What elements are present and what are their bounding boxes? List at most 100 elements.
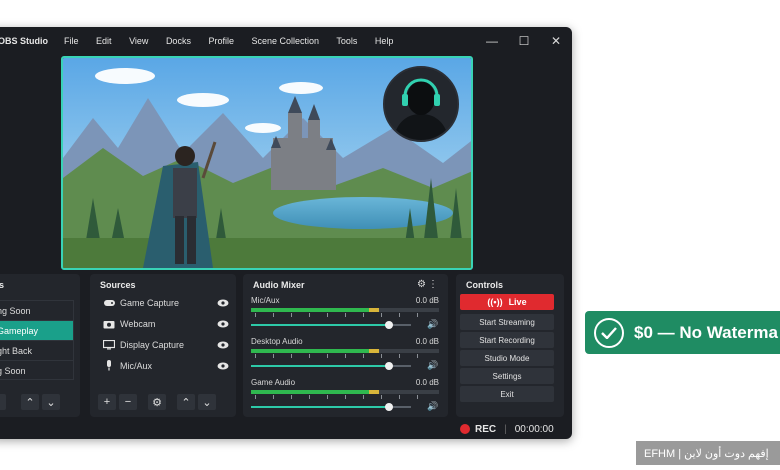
settings-button[interactable]: Settings [460, 368, 554, 384]
meter-tick [309, 395, 310, 399]
exit-button[interactable]: Exit [460, 386, 554, 402]
eye-icon[interactable] [216, 320, 230, 328]
meter-ticks [251, 313, 439, 319]
close-button[interactable]: ✕ [550, 34, 562, 48]
menu-scene-collection[interactable]: Scene Collection [252, 36, 320, 46]
live-button[interactable]: ((•)) Live [460, 294, 554, 310]
studio-mode-button[interactable]: Studio Mode [460, 350, 554, 366]
mixer-title: Audio Mixer [253, 280, 305, 290]
check-circle-icon [594, 317, 624, 348]
badge-text: $0 — No Waterma [634, 322, 778, 342]
meter-tick [327, 313, 328, 317]
monitor-icon [98, 339, 120, 350]
meter-tick [327, 354, 328, 358]
live-label: Live [508, 297, 527, 307]
meter-tick [417, 313, 418, 317]
menu-help[interactable]: Help [375, 36, 394, 46]
meter-tick [273, 313, 274, 317]
volume-meter [251, 349, 439, 353]
menu-file[interactable]: File [64, 36, 79, 46]
move-up-button[interactable]: ⌃ [21, 394, 39, 410]
camera-icon [98, 319, 120, 329]
source-list: Game Capture Webcam Display Capture Mic/… [98, 292, 230, 376]
source-buttons: + − ⚙ ⌃ ⌄ [98, 394, 216, 410]
remove-scene-button[interactable]: − [0, 394, 6, 410]
source-label: Game Capture [120, 297, 180, 308]
meter-ticks [251, 395, 439, 401]
volume-meter [251, 308, 439, 312]
source-item[interactable]: Mic/Aux [98, 355, 230, 376]
move-down-button[interactable]: ⌄ [42, 394, 60, 410]
move-up-button[interactable]: ⌃ [177, 394, 195, 410]
menu-edit[interactable]: Edit [96, 36, 112, 46]
meter-tick [345, 395, 346, 399]
streamer-avatar-icon [385, 68, 457, 140]
gamepad-icon [98, 298, 120, 308]
meter-tick [291, 354, 292, 358]
speaker-icon[interactable]: 🔊 [427, 319, 438, 330]
webcam-overlay [383, 66, 459, 142]
preview-canvas[interactable] [61, 56, 473, 270]
scene-item[interactable]: g Soon [0, 360, 74, 380]
menu-profile[interactable]: Profile [208, 36, 234, 46]
meter-tick [399, 395, 400, 399]
eye-icon[interactable] [216, 299, 230, 307]
scene-item[interactable]: ng Soon [0, 300, 74, 320]
status-divider: | [504, 423, 507, 435]
channel-db: 0.0 dB [415, 378, 439, 387]
volume-meter [251, 390, 439, 394]
eye-icon[interactable] [216, 362, 230, 370]
rec-indicator-icon [460, 424, 470, 434]
volume-slider[interactable]: 🔊 [251, 360, 439, 371]
mixer-menu-icon[interactable]: ⋮ [428, 279, 438, 290]
add-source-button[interactable]: + [98, 394, 116, 410]
mixer-channel: Game Audio 0.0 dB 🔊 [251, 378, 439, 412]
rec-label: REC [475, 423, 497, 435]
start-recording-button[interactable]: Start Recording [460, 332, 554, 348]
source-label: Webcam [120, 318, 156, 329]
channel-db: 0.0 dB [415, 296, 439, 305]
meter-tick [255, 313, 256, 317]
audio-mixer-panel: Audio Mixer ⚙ ⋮ Mic/Aux 0.0 dB 🔊 Desktop … [243, 274, 448, 417]
source-item[interactable]: Game Capture [98, 292, 230, 313]
minimize-button[interactable]: — [486, 34, 498, 48]
meter-tick [345, 313, 346, 317]
maximize-button[interactable]: ☐ [518, 34, 530, 48]
meter-tick [417, 395, 418, 399]
start-streaming-button[interactable]: Start Streaming [460, 314, 554, 330]
remove-source-button[interactable]: − [119, 394, 137, 410]
eye-icon[interactable] [216, 341, 230, 349]
scene-item-active[interactable]: Gameplay [0, 320, 74, 340]
slider-knob[interactable] [384, 321, 393, 329]
scene-item[interactable]: ght Back [0, 340, 74, 360]
app-title: OBS Studio [0, 36, 48, 46]
channel-db: 0.0 dB [415, 337, 439, 346]
meter-tick [363, 354, 364, 358]
meter-tick [381, 354, 382, 358]
meter-tick [363, 313, 364, 317]
menu-view[interactable]: View [129, 36, 148, 46]
meter-tick [273, 354, 274, 358]
speaker-icon[interactable]: 🔊 [427, 401, 438, 412]
meter-tick [399, 354, 400, 358]
meter-tick [291, 313, 292, 317]
rec-timer: 00:00:00 [514, 423, 554, 435]
slider-knob[interactable] [384, 403, 393, 411]
move-down-button[interactable]: ⌄ [198, 394, 216, 410]
sources-title: Sources [100, 280, 136, 290]
menu-docks[interactable]: Docks [166, 36, 191, 46]
source-item[interactable]: Webcam [98, 313, 230, 334]
menu-tools[interactable]: Tools [336, 36, 357, 46]
slider-fill [251, 324, 389, 326]
slider-knob[interactable] [384, 362, 393, 370]
broadcast-icon: ((•)) [487, 297, 503, 307]
speaker-icon[interactable]: 🔊 [427, 360, 438, 371]
source-settings-gear-icon[interactable]: ⚙ [148, 394, 166, 410]
source-item[interactable]: Display Capture [98, 334, 230, 355]
slider-fill [251, 406, 389, 408]
meter-tick [309, 354, 310, 358]
volume-slider[interactable]: 🔊 [251, 401, 439, 412]
mixer-gear-icon[interactable]: ⚙ [417, 279, 426, 290]
volume-slider[interactable]: 🔊 [251, 319, 439, 330]
source-label: Mic/Aux [120, 360, 153, 371]
